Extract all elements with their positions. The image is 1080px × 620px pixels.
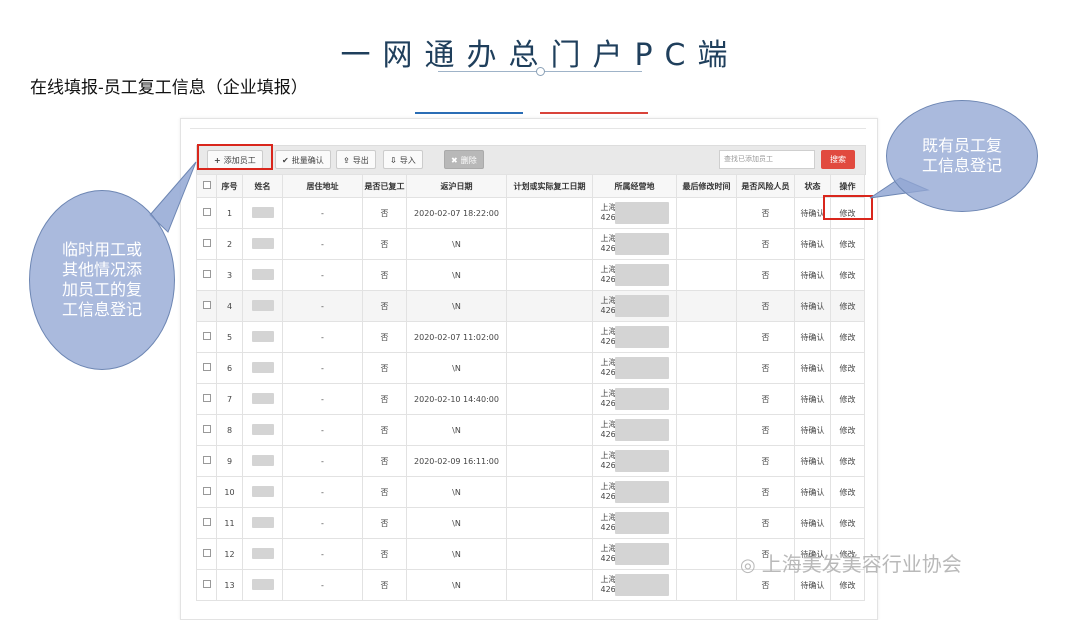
left-callout: 临时用工或其他情况添加员工的复工信息登记 [29, 190, 175, 370]
right-callout: 既有员工复工信息登记 [886, 100, 1038, 212]
watermark: ◎ 上海美发美容行业协会 [740, 548, 962, 577]
right-callout-text: 既有员工复工信息登记 [921, 136, 1002, 175]
left-callout-text: 临时用工或其他情况添加员工的复工信息登记 [61, 240, 142, 319]
watermark-text: 上海美发美容行业协会 [761, 552, 962, 576]
wechat-icon: ◎ [740, 555, 756, 576]
